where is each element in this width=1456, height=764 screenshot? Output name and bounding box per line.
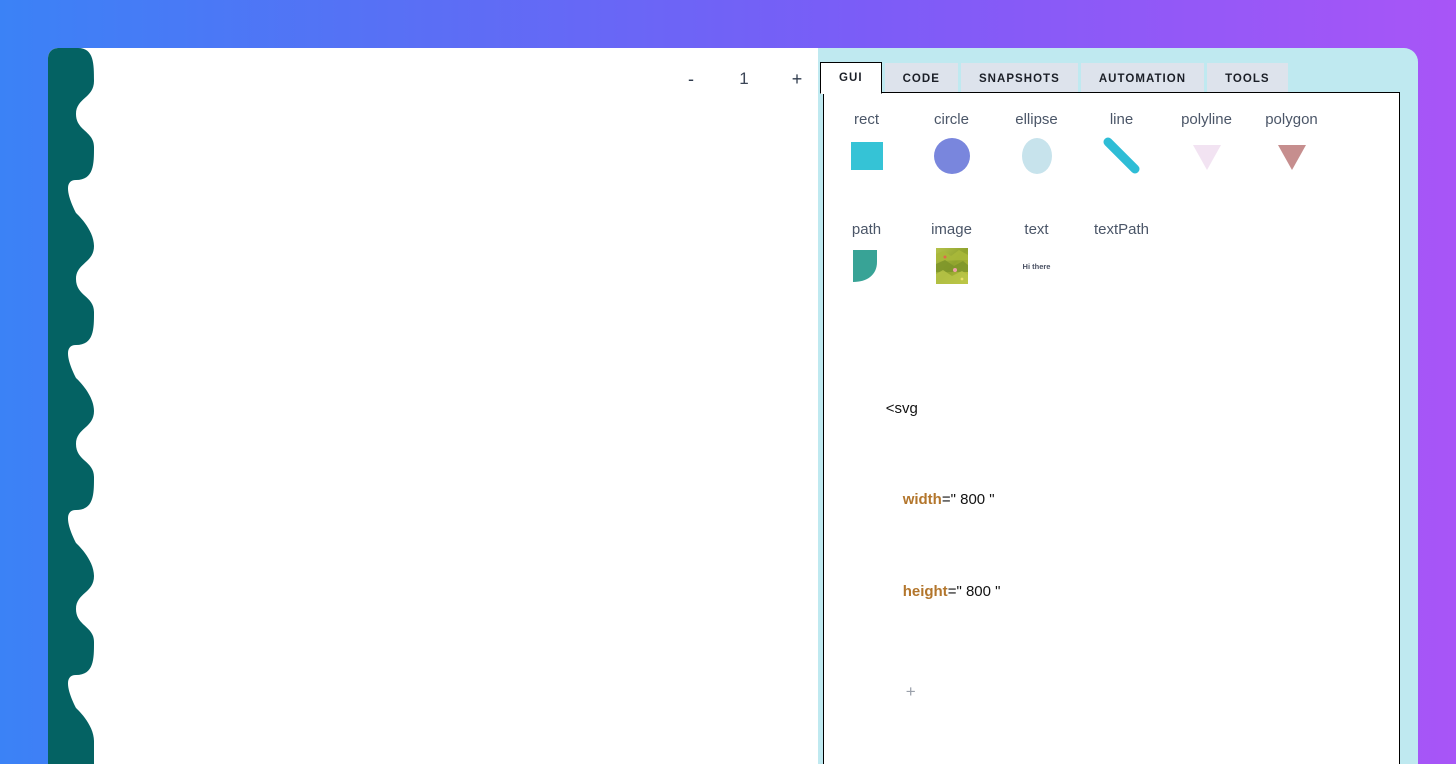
palette-item-textpath[interactable]: textPath: [1079, 221, 1164, 288]
attribute-quote-close: ": [990, 582, 1001, 600]
palette-item-label: polyline: [1181, 111, 1232, 128]
add-attribute-button[interactable]: +: [903, 682, 919, 701]
scalloped-path-shape[interactable]: [48, 48, 118, 764]
palette-item-ellipse[interactable]: ellipse: [994, 111, 1079, 178]
ellipse-icon: [1007, 134, 1067, 178]
palette-item-image[interactable]: image: [909, 221, 994, 288]
zoom-out-button[interactable]: -: [676, 64, 706, 94]
tab-gui[interactable]: GUI: [820, 62, 882, 94]
zoom-in-button[interactable]: +: [782, 64, 812, 94]
code-attribute-width[interactable]: width=" 800 ": [844, 455, 1384, 547]
palette-item-label: textPath: [1093, 221, 1150, 238]
palette-item-rect[interactable]: rect: [824, 111, 909, 178]
tab-snapshots[interactable]: SNAPSHOTS: [960, 63, 1078, 94]
code-attribute-height[interactable]: height=" 800 ": [844, 546, 1384, 638]
attribute-quote-close: ": [985, 491, 995, 508]
palette-item-label: ellipse: [1015, 111, 1058, 128]
zoom-controls: - 1 +: [676, 62, 812, 96]
palette-item-label: circle: [933, 111, 969, 128]
palette-item-path[interactable]: path: [824, 221, 909, 288]
palette-item-label: polygon: [1265, 111, 1318, 128]
image-icon: [922, 244, 982, 288]
palette-row: rect circle ellipse line polyline polygo…: [824, 111, 1399, 178]
attribute-value[interactable]: 800: [966, 583, 991, 600]
palette-item-label: image: [931, 221, 972, 238]
attribute-name[interactable]: width: [903, 491, 942, 508]
attribute-value[interactable]: 800: [960, 491, 985, 508]
circle-icon: [922, 134, 982, 178]
attribute-equals: =": [941, 491, 961, 508]
svg-canvas[interactable]: [48, 48, 819, 764]
palette-item-polyline[interactable]: polyline: [1164, 111, 1249, 178]
palette-item-label: path: [851, 221, 882, 238]
palette-item-label: rect: [853, 111, 879, 128]
rect-icon: [837, 134, 897, 178]
canvas-pane: [48, 48, 819, 764]
tab-automation[interactable]: AUTOMATION: [1080, 63, 1205, 94]
code-add-attribute-row: +: [844, 638, 1384, 747]
palette-item-text[interactable]: text Hi there: [994, 221, 1079, 288]
code-close-tag-row: />+: [844, 747, 1384, 764]
right-panel: GUI CODE SNAPSHOTS AUTOMATION TOOLS rect: [818, 48, 1418, 764]
polygon-icon: [1262, 134, 1322, 178]
gui-tab-panel: rect circle ellipse line polyline polygo…: [823, 92, 1400, 764]
palette-row: path image text Hi there textPath: [824, 221, 1399, 288]
path-icon: [837, 244, 897, 288]
text-sample: Hi there: [1022, 261, 1051, 271]
open-tag-text: <svg: [885, 399, 918, 417]
code-open-tag[interactable]: <svg: [844, 363, 1384, 455]
palette-item-polygon[interactable]: polygon: [1249, 111, 1334, 178]
textpath-icon: [1092, 244, 1152, 288]
palette-item-label: text: [1024, 221, 1049, 238]
tab-tools[interactable]: TOOLS: [1207, 63, 1288, 94]
zoom-level-value: 1: [739, 69, 749, 88]
attribute-equals: =": [947, 582, 966, 600]
palette-item-line[interactable]: line: [1079, 111, 1164, 178]
polyline-icon: [1177, 134, 1237, 178]
line-icon: [1092, 134, 1152, 178]
attribute-name[interactable]: height: [903, 583, 948, 600]
code-editor: <svg width=" 800 " height=" 800 " + />+: [844, 363, 1384, 764]
text-icon: Hi there: [1007, 244, 1067, 288]
palette-item-label: line: [1109, 111, 1134, 128]
app-root: - 1 + GUI CODE SNAPSHOTS AUTOMATION TOOL…: [0, 0, 1456, 764]
palette-item-circle[interactable]: circle: [909, 111, 994, 178]
tab-code[interactable]: CODE: [884, 63, 958, 94]
shape-palette: rect circle ellipse line polyline polygo…: [824, 111, 1399, 288]
tab-strip: GUI CODE SNAPSHOTS AUTOMATION TOOLS: [820, 62, 1288, 94]
